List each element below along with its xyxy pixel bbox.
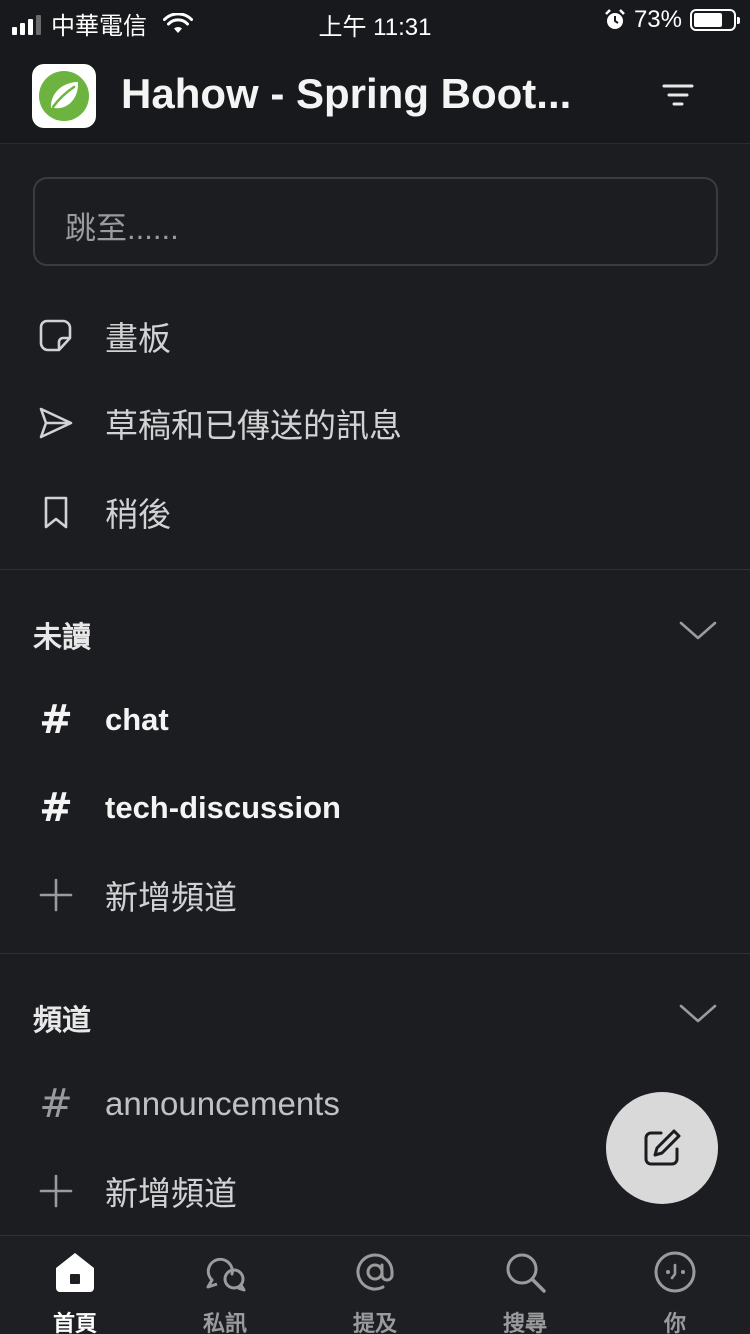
- workspace-logo[interactable]: [32, 64, 96, 128]
- nav-later-label: 稍後: [105, 496, 171, 533]
- tab-mentions[interactable]: 提及: [300, 1236, 450, 1334]
- status-bar: 中華電信 上午 11:31 73%: [0, 0, 750, 42]
- compose-icon: [644, 1129, 681, 1166]
- section-unread-title: 未讀: [33, 622, 92, 654]
- divider: [0, 953, 750, 954]
- canvas-icon: [38, 318, 74, 354]
- tab-search[interactable]: 搜尋: [450, 1236, 600, 1334]
- plus-icon: [38, 1173, 74, 1209]
- tab-home[interactable]: 首頁: [0, 1236, 150, 1334]
- workspace-header: Hahow - Spring Boot...: [0, 42, 750, 144]
- chevron-down-icon[interactable]: [678, 616, 718, 644]
- hash-icon: #: [39, 697, 73, 743]
- nav-canvas[interactable]: 畫板: [0, 296, 750, 376]
- battery-icon: [690, 9, 740, 31]
- dm-icon: [206, 1257, 246, 1292]
- compose-button[interactable]: [606, 1092, 718, 1204]
- jump-to-input[interactable]: 跳至......: [33, 177, 718, 266]
- nav-later[interactable]: 稍後: [0, 472, 750, 552]
- add-channel-label: 新增頻道: [105, 1175, 237, 1212]
- tab-you[interactable]: 你: [600, 1236, 750, 1334]
- section-channels-header[interactable]: 頻道: [0, 979, 750, 1049]
- filter-icon[interactable]: [660, 80, 696, 112]
- chevron-down-icon[interactable]: [678, 999, 718, 1027]
- tab-mentions-label: 提及: [352, 1311, 397, 1334]
- search-icon: [506, 1253, 546, 1293]
- tab-dms-label: 私訊: [202, 1311, 247, 1334]
- nav-drafts-sent[interactable]: 草稿和已傳送的訊息: [0, 383, 750, 463]
- spring-leaf-icon: [39, 71, 89, 121]
- channel-item[interactable]: # tech-discussion: [0, 768, 750, 848]
- alarm-icon: [605, 9, 625, 29]
- tab-bar: 首頁 私訊 提及 搜尋 你: [0, 1235, 750, 1334]
- at-icon: [356, 1253, 394, 1291]
- battery-percent: 73%: [633, 6, 682, 33]
- send-icon: [38, 405, 74, 441]
- channel-item[interactable]: # chat: [0, 680, 750, 760]
- home-icon: [56, 1253, 94, 1292]
- add-channel-button[interactable]: 新增頻道: [0, 855, 750, 935]
- channel-name: tech-discussion: [105, 790, 341, 825]
- section-unread-header[interactable]: 未讀: [0, 596, 750, 666]
- you-icon: [654, 1251, 696, 1293]
- tab-you-label: 你: [663, 1311, 686, 1334]
- plus-icon: [38, 877, 74, 913]
- channel-name: chat: [105, 702, 169, 737]
- hash-icon: #: [39, 1081, 73, 1127]
- tab-home-label: 首頁: [52, 1311, 97, 1334]
- nav-drafts-label: 草稿和已傳送的訊息: [105, 407, 402, 444]
- workspace-name[interactable]: Hahow - Spring Boot...: [121, 70, 591, 118]
- jump-to-placeholder: 跳至......: [65, 211, 179, 246]
- hash-icon: #: [39, 785, 73, 831]
- bookmark-icon: [38, 494, 74, 530]
- add-channel-label: 新增頻道: [105, 879, 237, 916]
- divider: [0, 569, 750, 570]
- tab-dms[interactable]: 私訊: [150, 1236, 300, 1334]
- nav-canvas-label: 畫板: [105, 320, 171, 357]
- tab-search-label: 搜尋: [502, 1311, 547, 1334]
- channel-name: announcements: [105, 1085, 340, 1122]
- section-channels-title: 頻道: [33, 1005, 92, 1037]
